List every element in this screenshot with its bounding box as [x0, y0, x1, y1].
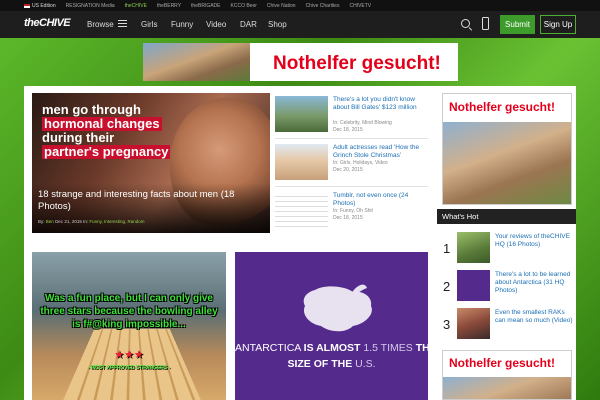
post-title[interactable]: There's a lot you didn't know about Bill…: [333, 96, 429, 111]
network-link-kcco-beer[interactable]: KCCO Beer: [231, 3, 257, 9]
hero-image-line: partner's pregnancy: [42, 144, 171, 159]
ad-photo: [143, 43, 250, 81]
hero-image-line: during their: [42, 130, 115, 145]
rank-number: 3: [443, 317, 451, 332]
post-date: Dec 20, 2015: [333, 167, 363, 173]
ad-photo: [443, 377, 571, 399]
sidebar-ad[interactable]: Nothelfer gesucht!: [442, 93, 572, 205]
post-thumbnail[interactable]: [457, 270, 490, 301]
mobile-phone-icon[interactable]: [482, 17, 489, 30]
divider: [275, 186, 428, 187]
network-link-chive-charities[interactable]: Chive Charities: [306, 3, 340, 9]
post-thumbnail[interactable]: [457, 232, 490, 263]
nav-link-shop[interactable]: Shop: [268, 20, 287, 29]
sidebar-ad-2[interactable]: Nothelfer gesucht!: [442, 350, 572, 400]
antarctica-map-icon: [303, 284, 372, 332]
network-link-chivetv[interactable]: CHIVETV: [349, 3, 371, 9]
network-bar: US Edition RESIGNATION Media theCHIVE th…: [0, 0, 600, 11]
nav-link-dar[interactable]: DAR: [240, 20, 257, 29]
hero-author-link[interactable]: Ben: [46, 219, 54, 224]
network-link-thechive[interactable]: theCHIVE: [125, 3, 147, 9]
antarctica-post[interactable]: ANTARCTICA IS ALMOST 1.5 TIMES THE SIZE …: [235, 252, 428, 400]
review-signature: - MOST APPROVED STRANGERS -: [87, 365, 171, 371]
browse-link[interactable]: Browse: [87, 20, 114, 29]
hero-image-text: men go through hormonal changes during t…: [42, 103, 177, 159]
post-thumbnail[interactable]: [275, 192, 328, 228]
post-title[interactable]: Even the smallest RAKs can mean so much …: [495, 309, 573, 325]
whats-hot-item[interactable]: 1 Your reviews of theCHIVE HQ (16 Photos…: [437, 232, 576, 266]
ad-text: Nothelfer gesucht!: [449, 100, 556, 114]
hero-image-line: men go through: [42, 102, 141, 117]
side-post[interactable]: Tumblr, not even once (24 Photos) In: Fu…: [275, 192, 428, 230]
search-icon[interactable]: [461, 19, 470, 28]
post-title[interactable]: Your reviews of theCHIVE HQ (16 Photos): [495, 233, 573, 249]
top-banner-ad[interactable]: Nothelfer gesucht!: [143, 43, 458, 81]
site-logo[interactable]: theCHIVE: [24, 17, 71, 29]
post-thumbnail[interactable]: [275, 144, 328, 180]
ad-text: Nothelfer gesucht!: [273, 53, 441, 74]
whats-hot-item[interactable]: 2 There's a lot to be learned about Anta…: [437, 270, 576, 304]
menu-icon[interactable]: [118, 20, 127, 27]
rank-number: 1: [443, 241, 451, 256]
network-link-resignation[interactable]: RESIGNATION Media: [66, 3, 115, 9]
hero-meta: By: Ben Dec 21, 2015 In: Funny, Interest…: [38, 219, 145, 224]
submit-button[interactable]: Submit: [500, 15, 535, 34]
side-post[interactable]: There's a lot you didn't know about Bill…: [275, 96, 428, 134]
content-panel: men go through hormonal changes during t…: [24, 86, 576, 400]
network-link-chive-nation[interactable]: Chive Nation: [267, 3, 296, 9]
ad-text: Nothelfer gesucht!: [449, 356, 556, 370]
post-title[interactable]: Adult actresses read 'How the Grinch Sto…: [333, 144, 429, 159]
divider: [275, 138, 428, 139]
post-thumbnail[interactable]: [457, 308, 490, 339]
hero-category-links[interactable]: Funny, Interesting, Random: [89, 219, 144, 224]
hero-image-line: hormonal changes: [42, 116, 162, 131]
network-link-theberry[interactable]: theBERRY: [157, 3, 181, 9]
side-post[interactable]: Adult actresses read 'How the Grinch Sto…: [275, 144, 428, 182]
antarctica-caption-line1: ANTARCTICA IS ALMOST 1.5 TIMES THE: [235, 342, 428, 354]
nav-link-funny[interactable]: Funny: [171, 20, 193, 29]
review-quote: Was a fun place, but I can only give thr…: [40, 293, 218, 330]
post-date: Dec 18, 2015: [333, 127, 363, 133]
edition-selector[interactable]: US Edition: [24, 3, 56, 9]
post-categories: In: Girls, Holidays, Video: [333, 160, 388, 166]
hero-caption: 18 strange and interesting facts about m…: [32, 183, 270, 233]
post-title[interactable]: Tumblr, not even once (24 Photos): [333, 192, 429, 207]
post-thumbnail[interactable]: [275, 96, 328, 132]
hero-title[interactable]: 18 strange and interesting facts about m…: [38, 189, 258, 213]
whats-hot-item[interactable]: 3 Even the smallest RAKs can mean so muc…: [437, 308, 576, 342]
antarctica-caption-line2: SIZE OF THE U.S.: [287, 358, 376, 370]
network-link-thebrigade[interactable]: theBRIGADE: [191, 3, 220, 9]
star-rating: ★★★: [114, 349, 144, 361]
post-categories: In: Celebrity, Mind Blowing: [333, 120, 392, 126]
us-flag-icon: [24, 3, 30, 8]
post-title[interactable]: There's a lot to be learned about Antarc…: [495, 271, 573, 295]
rank-number: 2: [443, 279, 451, 294]
main-nav: theCHIVE Browse Girls Funny Video DAR Sh…: [0, 11, 600, 38]
whats-hot-header: What's Hot: [437, 209, 576, 224]
ad-photo: [443, 122, 571, 204]
nav-link-video[interactable]: Video: [206, 20, 226, 29]
bowling-review-post[interactable]: Was a fun place, but I can only give thr…: [32, 252, 226, 400]
nav-link-girls[interactable]: Girls: [141, 20, 157, 29]
sign-up-button[interactable]: Sign Up: [540, 15, 576, 34]
hero-post[interactable]: men go through hormonal changes during t…: [32, 93, 270, 233]
post-date: Dec 18, 2015: [333, 215, 363, 221]
post-categories: In: Funny, Oh Shit: [333, 208, 373, 214]
